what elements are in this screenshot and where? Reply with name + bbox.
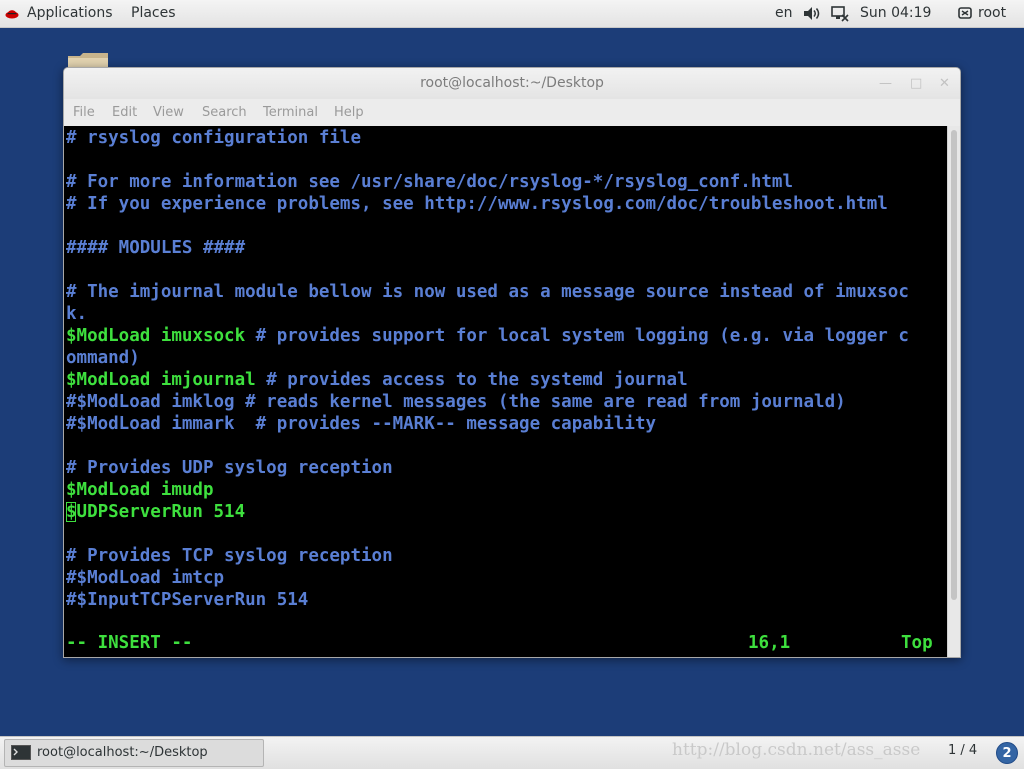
terminal-line: $ModLoad imuxsock # provides support for… [66, 325, 909, 347]
terminal-line: # Provides UDP syslog reception [66, 458, 393, 478]
workspace-indicator[interactable]: 1 / 4 [948, 743, 977, 758]
terminal-window[interactable]: root@localhost:~/Desktop — □ ✕ File Edit… [63, 67, 961, 658]
user-icon[interactable] [958, 6, 972, 20]
window-titlebar[interactable]: root@localhost:~/Desktop — □ ✕ [64, 68, 960, 99]
menu-view[interactable]: View [153, 105, 184, 120]
terminal-line: $ModLoad imjournal # provides access to … [66, 369, 688, 391]
terminal-line: # For more information see /usr/share/do… [66, 172, 793, 192]
terminal-line: $ModLoad imudp [66, 480, 214, 500]
maximize-button[interactable]: □ [910, 68, 922, 99]
top-panel: Applications Places en Sun 04:19 root [0, 0, 1024, 28]
terminal-line: # rsyslog configuration file [66, 128, 362, 148]
places-menu[interactable]: Places [131, 5, 176, 21]
terminal-line: # The imjournal module bellow is now use… [66, 282, 909, 302]
terminal-line: #$ModLoad imtcp [66, 568, 225, 588]
menu-help[interactable]: Help [334, 105, 364, 120]
menu-bar: File Edit View Search Terminal Help [64, 99, 960, 126]
user-menu[interactable]: root [978, 5, 1006, 21]
taskbar-window-label: root@localhost:~/Desktop [37, 745, 208, 760]
terminal-icon [11, 745, 31, 760]
window-title: root@localhost:~/Desktop [420, 75, 604, 91]
vim-mode-indicator: -- INSERT -- [66, 633, 193, 653]
taskbar-window-button[interactable]: root@localhost:~/Desktop [4, 739, 264, 767]
applications-menu[interactable]: Applications [27, 5, 113, 21]
bottom-panel: root@localhost:~/Desktop http://blog.csd… [0, 736, 1024, 769]
input-language-indicator[interactable]: en [775, 5, 793, 21]
terminal-line: #$ModLoad immark # provides --MARK-- mes… [66, 414, 657, 434]
scroll-position: Top [901, 633, 933, 653]
cursor-position: 16,1 [748, 633, 791, 653]
directive-text: $ModLoad imuxsock [66, 326, 246, 346]
terminal-scrollbar[interactable] [947, 126, 960, 657]
comment-text: # provides access to the systemd journal [255, 370, 688, 390]
menu-search[interactable]: Search [202, 105, 247, 120]
close-button[interactable]: ✕ [939, 68, 950, 99]
menu-file[interactable]: File [73, 105, 95, 120]
terminal-line: #$InputTCPServerRun 514 [66, 590, 309, 610]
terminal-line: ommand) [66, 348, 140, 368]
menu-terminal[interactable]: Terminal [263, 105, 318, 120]
network-wired-icon[interactable] [831, 6, 849, 22]
watermark: http://blog.csdn.net/ass_asse [672, 740, 921, 760]
comment-text: # provides support for local system logg… [245, 326, 909, 346]
terminal-line: #$ModLoad imklog # reads kernel messages… [66, 392, 846, 412]
volume-icon[interactable] [803, 6, 821, 21]
redhat-logo-icon [5, 10, 19, 19]
notification-badge[interactable]: 2 [996, 742, 1018, 764]
directive-text: $ModLoad imjournal [66, 370, 256, 390]
scrollbar-thumb[interactable] [951, 130, 957, 600]
terminal-line: # Provides TCP syslog reception [66, 546, 393, 566]
minimize-button[interactable]: — [879, 68, 892, 99]
terminal-output[interactable]: # rsyslog configuration file # For more … [64, 126, 947, 657]
terminal-line: k. [66, 304, 88, 324]
folder-icon[interactable] [66, 52, 110, 68]
menu-edit[interactable]: Edit [112, 105, 137, 120]
terminal-line: #### MODULES #### [66, 238, 246, 258]
terminal-line: $UDPServerRun 514 [66, 502, 246, 522]
terminal-line: # If you experience problems, see http:/… [66, 194, 888, 214]
clock[interactable]: Sun 04:19 [860, 5, 931, 21]
